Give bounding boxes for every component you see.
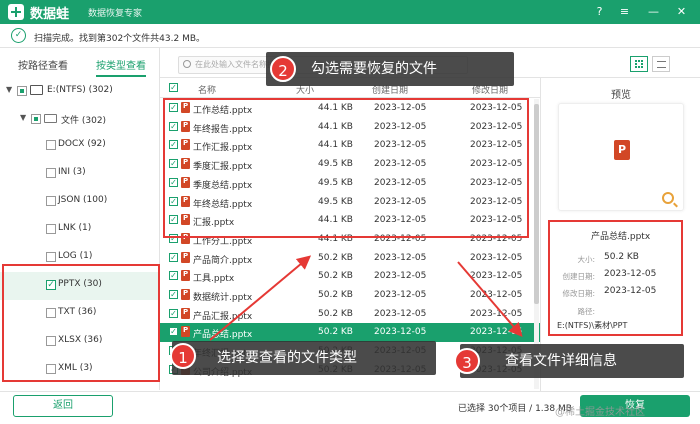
callout-step-3: 查看文件详细信息	[460, 344, 684, 378]
callout-step-1: 选择要查看的文件类型	[172, 341, 436, 375]
callout-step-2: 勾选需要恢复的文件	[266, 52, 514, 86]
step-3-badge: 3	[454, 348, 480, 374]
callout-step-2-text: 勾选需要恢复的文件	[311, 61, 437, 77]
callout-step-1-text: 选择要查看的文件类型	[217, 350, 357, 366]
callout-step-3-text: 查看文件详细信息	[505, 353, 617, 369]
step-1-badge: 1	[170, 343, 196, 369]
step-2-badge: 2	[270, 56, 296, 82]
arrow-1	[209, 255, 312, 341]
arrow-3	[457, 261, 523, 338]
